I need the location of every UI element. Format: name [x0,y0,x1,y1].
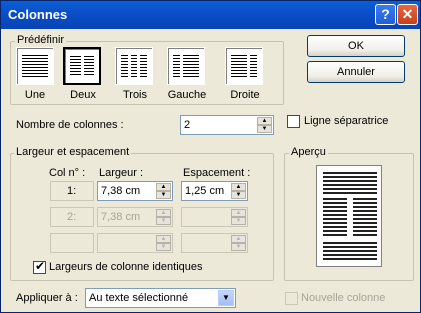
preview-title: Aperçu [289,146,328,158]
width-stepper[interactable]: 7,38 cm ▲ ▼ [97,181,173,201]
preset-left-label: Gauche [167,89,207,101]
presets-group-title: Prédéfinir [15,34,67,46]
equal-width-checkbox[interactable]: ✔ [33,259,46,274]
window-title: Colonnes [8,7,68,22]
separator-checkbox[interactable] [287,115,300,128]
col-header: Col n° : [49,167,86,179]
col-number-value: 2: [67,211,77,223]
preset-two-label: Deux [70,89,96,101]
apply-to-value: Au texte sélectionné [89,292,189,304]
preset-three-button[interactable] [115,47,153,85]
spin-down-icon[interactable]: ▼ [257,125,272,133]
spacing-stepper[interactable]: 1,25 cm ▲ ▼ [181,181,248,201]
num-columns-stepper[interactable]: 2 ▲ ▼ [180,115,274,135]
preset-left-button[interactable] [167,47,205,85]
width-stepper: ▲ ▼ [97,233,173,253]
title-bar: Colonnes ? ✕ [1,1,420,29]
ok-button[interactable]: OK [307,35,405,57]
separator-label: Ligne séparatrice [304,115,389,127]
preview-column-two [353,198,377,238]
col-number-value: 1: [67,185,77,197]
spacing-header: Espacement : [183,167,251,179]
help-button[interactable]: ? [375,4,396,25]
spin-down-icon[interactable]: ▼ [231,191,246,199]
spin-up-icon[interactable]: ▲ [156,183,171,191]
preview-text-lines [323,242,377,262]
spacing-stepper: ▲ ▼ [181,207,248,227]
num-columns-label: Nombre de colonnes : [16,119,124,131]
cancel-button[interactable]: Annuler [307,61,405,83]
spacing-value: 1,25 cm [185,185,225,197]
spacing-stepper: ▲ ▼ [181,233,248,253]
num-columns-value: 2 [184,119,191,131]
width-header: Largeur : [99,167,144,179]
preset-one-button[interactable] [16,47,54,85]
columns-dialog: Colonnes ? ✕ Prédéfinir Une Deux Trois G… [0,0,421,313]
new-column-checkbox [285,292,298,305]
preview-page [316,165,382,267]
checkmark-icon: ✔ [35,259,46,273]
close-button[interactable]: ✕ [397,4,418,25]
apply-to-label: Appliquer à : [16,292,78,304]
equal-width-label: Largeurs de colonne identiques [49,261,203,273]
width-stepper: 7,38 cm ▲ ▼ [97,207,173,227]
chevron-down-icon[interactable]: ▼ [218,290,234,306]
width-value: 7,38 cm [101,211,141,223]
spin-down-icon[interactable]: ▼ [156,191,171,199]
col-number-field: 2: [50,207,94,227]
width-value: 7,38 cm [101,185,141,197]
preset-right-label: Droite [230,89,260,101]
col-number-field: 1: [50,181,94,201]
col-number-field [50,233,94,253]
preset-one-label: Une [24,89,46,101]
preview-column-one [323,198,347,238]
preset-three-label: Trois [122,89,148,101]
spin-up-icon[interactable]: ▲ [231,183,246,191]
apply-to-select[interactable]: Au texte sélectionné ▼ [85,288,236,308]
spin-up-icon[interactable]: ▲ [257,117,272,125]
new-column-label: Nouvelle colonne [301,292,386,304]
preview-text-lines [323,172,377,194]
width-spacing-title: Largeur et espacement [14,146,132,158]
preset-right-button[interactable] [225,47,263,85]
preset-two-button[interactable] [63,47,101,85]
